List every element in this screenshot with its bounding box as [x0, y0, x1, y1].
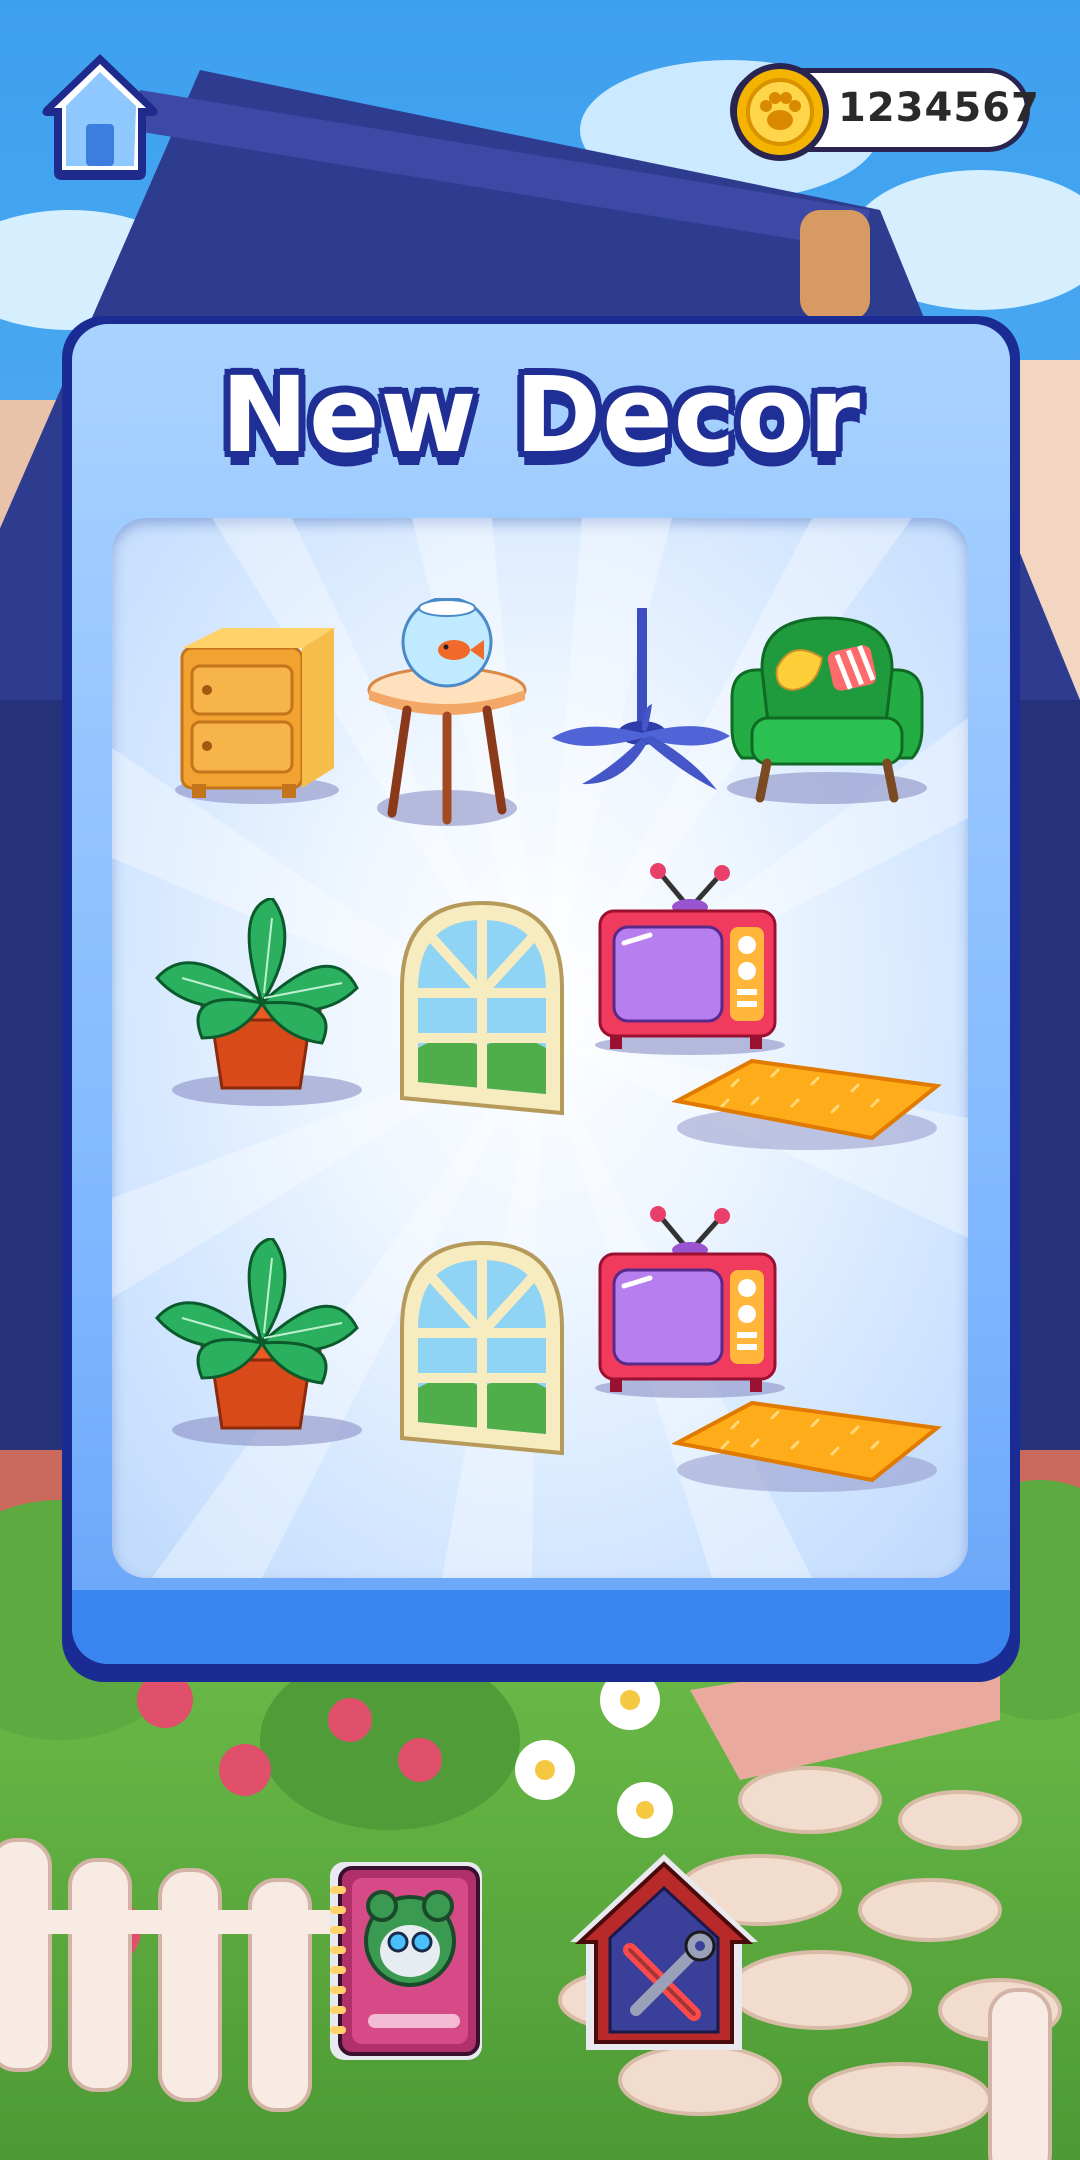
plant-icon: [155, 1238, 362, 1446]
build-tools-icon: [570, 1854, 758, 2050]
dialog-title: New Decor: [220, 354, 862, 476]
plant-icon: [155, 898, 362, 1106]
potted-plant-item-1[interactable]: [152, 898, 362, 1108]
armchair-icon: [727, 616, 927, 804]
paw-coin-icon: [728, 60, 832, 164]
house-icon: [42, 54, 158, 180]
retro-tv-item-2[interactable]: [590, 1206, 790, 1406]
arched-window-item-2[interactable]: [392, 1238, 572, 1458]
dresser-item[interactable]: [162, 618, 342, 808]
potted-plant-item-2[interactable]: [152, 1238, 362, 1448]
tv-icon: [595, 1206, 785, 1398]
home-button[interactable]: [38, 48, 162, 186]
retro-tv-item-1[interactable]: [590, 863, 790, 1063]
fluffy-rug-item-2[interactable]: [672, 1388, 942, 1498]
fan-icon: [552, 608, 730, 790]
window-icon: [400, 900, 564, 1116]
rug-icon: [672, 1058, 942, 1150]
fishbowl-icon: [367, 598, 527, 826]
fishbowl-table-item[interactable]: [362, 598, 532, 828]
arched-window-item-1[interactable]: [392, 898, 572, 1118]
build-button[interactable]: [566, 1850, 762, 2060]
ceiling-fan-item[interactable]: [542, 608, 742, 798]
fluffy-rug-item-1[interactable]: [672, 1046, 942, 1156]
dresser-icon: [175, 628, 339, 804]
coin-amount: 1234567: [838, 85, 1040, 131]
decor-items-area: [112, 518, 968, 1578]
armchair-item[interactable]: [722, 608, 932, 808]
window-icon: [400, 1240, 564, 1456]
album-button[interactable]: [322, 1856, 488, 2066]
rug-icon: [672, 1400, 942, 1492]
dialog-bottom-edge: [72, 1590, 1010, 1664]
tv-icon: [595, 863, 785, 1055]
album-book-icon: [330, 1862, 482, 2060]
game-scene: 1234567 New Decor: [0, 0, 1080, 2160]
